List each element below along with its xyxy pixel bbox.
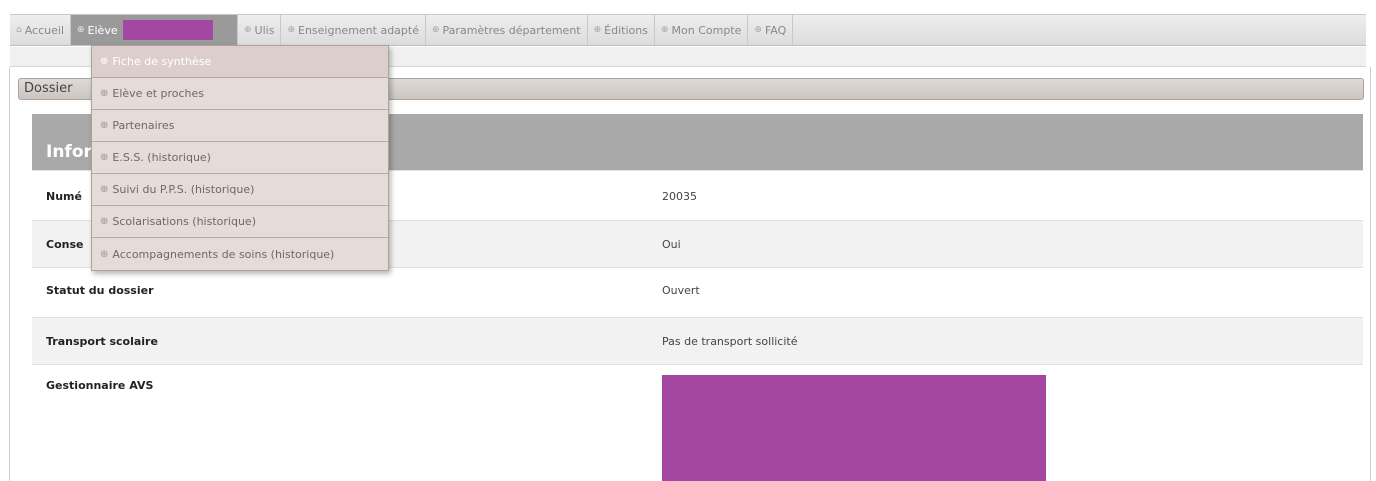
menu-item-partenaires[interactable]: ⊕ Partenaires bbox=[92, 110, 388, 142]
menu-item-accompagnements-soins[interactable]: ⊕ Accompagnements de soins (historique) bbox=[92, 238, 388, 270]
circle-plus-icon: ⊕ bbox=[593, 25, 602, 35]
menu-item-label: Accompagnements de soins (historique) bbox=[112, 247, 335, 261]
nav-label: Ulis bbox=[254, 23, 275, 37]
circle-plus-icon: ⊕ bbox=[100, 184, 109, 195]
menu-item-suivi-pps[interactable]: ⊕ Suivi du P.P.S. (historique) bbox=[92, 174, 388, 206]
circle-plus-icon: ⊕ bbox=[100, 120, 109, 131]
menu-item-ess-historique[interactable]: ⊕ E.S.S. (historique) bbox=[92, 142, 388, 174]
menu-item-label: Suivi du P.P.S. (historique) bbox=[112, 183, 255, 196]
circle-plus-icon: ⊕ bbox=[100, 216, 109, 227]
nav-editions[interactable]: ⊕ Éditions bbox=[588, 15, 655, 45]
eleve-dropdown-menu: ⊕ Fiche de synthèse ⊕ Elève et proches ⊕… bbox=[91, 45, 389, 271]
nav-faq[interactable]: ⊕ FAQ bbox=[748, 15, 794, 45]
circle-plus-icon: ⊕ bbox=[287, 25, 295, 35]
circle-plus-icon: ⊕ bbox=[100, 152, 109, 163]
row-value bbox=[654, 364, 1363, 481]
dossier-title: Dossier bbox=[24, 81, 73, 96]
circle-plus-icon: ⊕ bbox=[754, 25, 762, 35]
table-row: Statut du dossier Ouvert bbox=[32, 267, 1363, 318]
nav-label: Paramètres département bbox=[442, 23, 581, 37]
nav-label: Enseignement adapté bbox=[298, 23, 419, 37]
redacted-block bbox=[122, 20, 213, 40]
menu-item-scolarisations[interactable]: ⊕ Scolarisations (historique) bbox=[92, 206, 388, 238]
nav-ulis[interactable]: ⊕ Ulis bbox=[238, 15, 282, 45]
nav-label: Elève bbox=[87, 23, 118, 37]
menu-item-label: Fiche de synthèse bbox=[112, 55, 212, 68]
circle-plus-icon: ⊕ bbox=[660, 25, 669, 35]
circle-plus-icon: ⊕ bbox=[100, 56, 109, 67]
row-value: Pas de transport sollicité bbox=[654, 317, 1363, 365]
circle-plus-icon: ⊕ bbox=[432, 25, 440, 35]
nav-label: Éditions bbox=[604, 23, 648, 37]
circle-plus-icon: ⊕ bbox=[100, 248, 109, 260]
redacted-block bbox=[662, 375, 1046, 481]
home-icon: ⌂ bbox=[16, 25, 22, 35]
row-label: Gestionnaire AVS bbox=[32, 364, 654, 481]
nav-eleve[interactable]: ⊕ Elève bbox=[71, 15, 238, 45]
nav-label: Mon Compte bbox=[671, 23, 742, 37]
circle-plus-icon: ⊕ bbox=[100, 88, 109, 99]
menu-item-label: E.S.S. (historique) bbox=[112, 151, 211, 164]
menu-item-label: Partenaires bbox=[112, 119, 175, 132]
row-value: Oui bbox=[654, 220, 1363, 268]
nav-enseignement-adapte[interactable]: ⊕ Enseignement adapté bbox=[281, 15, 426, 45]
menu-item-label: Scolarisations (historique) bbox=[112, 215, 256, 228]
row-label: Transport scolaire bbox=[32, 317, 654, 365]
main-nav: ⌂ Accueil ⊕ Elève ⊕ Ulis ⊕ Enseignement … bbox=[10, 14, 1366, 46]
nav-parametres-departement[interactable]: ⊕ Paramètres département bbox=[426, 15, 588, 45]
menu-item-label: Elève et proches bbox=[112, 87, 205, 100]
row-value: Ouvert bbox=[654, 267, 1363, 318]
table-row: Gestionnaire AVS bbox=[32, 364, 1363, 481]
nav-accueil[interactable]: ⌂ Accueil bbox=[10, 15, 71, 45]
table-row: Transport scolaire Pas de transport soll… bbox=[32, 317, 1363, 365]
nav-label: Accueil bbox=[24, 23, 64, 37]
circle-plus-icon: ⊕ bbox=[244, 25, 252, 35]
circle-plus-icon: ⊕ bbox=[77, 25, 85, 35]
nav-mon-compte[interactable]: ⊕ Mon Compte bbox=[655, 15, 749, 45]
menu-item-eleve-proches[interactable]: ⊕ Elève et proches bbox=[92, 78, 388, 110]
nav-label: FAQ bbox=[764, 23, 787, 37]
row-value: 20035 bbox=[654, 170, 1363, 221]
menu-item-fiche-synthese[interactable]: ⊕ Fiche de synthèse bbox=[92, 46, 388, 78]
row-label: Statut du dossier bbox=[32, 267, 654, 318]
